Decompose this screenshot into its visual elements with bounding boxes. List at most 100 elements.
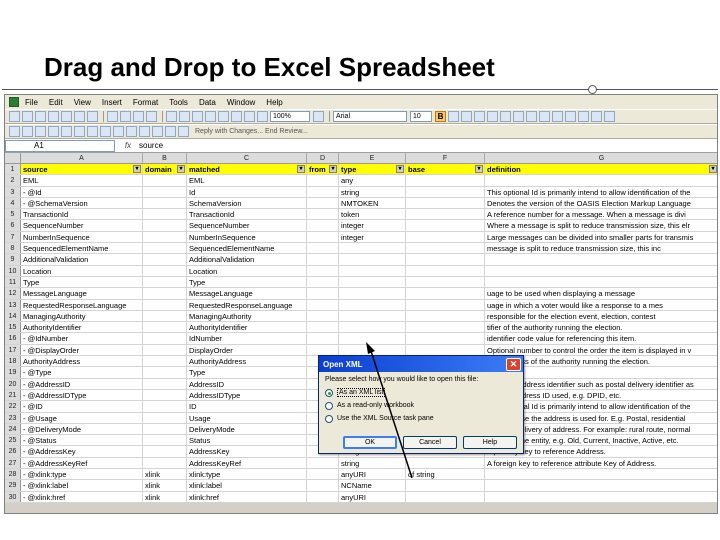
toolbar-button-3-icon[interactable] [35,126,46,137]
row-number[interactable]: 7 [5,231,21,243]
cell-definition[interactable]: uage to be used when displaying a messag… [485,288,717,298]
cell-domain[interactable] [143,175,187,186]
hyperlink-icon[interactable] [192,111,203,122]
cell-matched[interactable]: AddressIDType [187,389,307,401]
cell-matched[interactable]: Usage [187,412,307,423]
copy-icon[interactable] [120,111,131,122]
cell-matched[interactable]: DeliveryMode [187,423,307,435]
filter-dropdown-icon[interactable]: ▾ [709,165,717,173]
cell-source[interactable]: AdditionalValidation [21,254,143,265]
cell-source[interactable]: - @IdNumber [21,333,143,344]
row-number[interactable]: 21 [5,389,21,401]
row-number[interactable]: 24 [5,423,21,435]
cell-type[interactable]: NMTOKEN [339,197,406,209]
cell-base[interactable] [406,175,485,186]
cell-definition[interactable] [485,277,717,287]
toolbar-button-14-icon[interactable] [178,126,189,137]
cell-from[interactable] [307,469,339,480]
cell-definition[interactable]: uage in which a voter would like a respo… [485,300,717,310]
filter-dropdown-icon[interactable]: ▾ [329,165,337,173]
review-actions-text[interactable]: Reply with Changes... End Review... [195,128,308,135]
filter-dropdown-icon[interactable]: ▾ [177,165,185,173]
cell-source[interactable]: - @Status [21,435,143,446]
row-number[interactable]: 30 [5,491,21,502]
cell-matched[interactable]: Type [187,367,307,378]
toolbar-button-8-icon[interactable] [100,126,111,137]
cell-matched[interactable]: AuthorityIdentifier [187,322,307,333]
cell-from[interactable] [307,457,339,469]
cell-matched[interactable]: RequestedResponseLanguage [187,299,307,310]
cell-definition[interactable] [485,469,717,479]
cell-source[interactable]: - @Type [21,367,143,378]
align-center-icon[interactable] [487,111,498,122]
row-number[interactable]: 6 [5,220,21,231]
menu-edit[interactable]: Edit [49,98,63,107]
column-header-a[interactable]: A [21,153,143,163]
cell-domain[interactable] [143,378,187,389]
toolbar-button-12-icon[interactable] [152,126,163,137]
cell-matched[interactable]: xlink:label [187,480,307,491]
cell-from[interactable] [307,299,339,310]
row-number[interactable]: 25 [5,435,21,446]
cell-from[interactable] [307,186,339,197]
cell-matched[interactable]: SequencedElementName [187,243,307,254]
row-number[interactable]: 27 [5,457,21,469]
zoom-select[interactable]: 100% [270,111,310,122]
row-number[interactable]: 26 [5,446,21,457]
filter-dropdown-icon[interactable]: ▾ [475,165,483,173]
cell-matched[interactable]: ManagingAuthority [187,310,307,322]
cell-base[interactable] [406,265,485,276]
cell-definition[interactable]: A foreign key to reference attribute Key… [485,458,717,468]
cell-definition[interactable]: A reference number for a message. When a… [485,209,717,219]
cell-from[interactable] [307,288,339,299]
save-icon[interactable] [35,111,46,122]
cell-matched[interactable]: IdNumber [187,333,307,344]
cell-matched[interactable]: SequenceNumber [187,220,307,231]
cell-definition[interactable] [485,175,717,185]
column-header-f[interactable]: F [406,153,485,163]
row-number[interactable]: 8 [5,243,21,254]
row-number[interactable]: 3 [5,186,21,197]
permission-icon[interactable] [48,111,59,122]
row-number[interactable]: 13 [5,299,21,310]
toolbar-button-2-icon[interactable] [22,126,33,137]
cell-base[interactable] [406,276,485,288]
indent-icon[interactable] [591,111,602,122]
row-number[interactable]: 23 [5,412,21,423]
row-number[interactable]: 19 [5,367,21,378]
row-number[interactable]: 10 [5,265,21,276]
cell-source[interactable]: - @AddressID [21,378,143,389]
cell-from[interactable] [307,265,339,276]
column-header-b[interactable]: B [143,153,187,163]
cell-source[interactable]: - @Id [21,186,143,197]
row-number[interactable]: 22 [5,401,21,412]
cell-source[interactable]: - @DisplayOrder [21,344,143,356]
cell-base[interactable] [406,197,485,209]
cell-base[interactable] [406,288,485,299]
cell-matched[interactable]: DisplayOrder [187,344,307,356]
cell-source[interactable]: - @DeliveryMode [21,423,143,435]
row-number[interactable]: 2 [5,175,21,186]
toolbar-button-1-icon[interactable] [9,126,20,137]
ok-button[interactable]: OK [343,436,397,449]
option-xml-source-pane[interactable]: Use the XML Source task pane [325,412,517,425]
cell-source[interactable]: Type [21,276,143,288]
cell-definition[interactable]: identifier code value for referencing th… [485,333,717,343]
cell-from[interactable] [307,491,339,502]
cell-matched[interactable]: AddressID [187,378,307,389]
cell-base[interactable] [406,254,485,265]
cell-from[interactable] [307,344,339,356]
cell-domain[interactable]: xlink [143,491,187,502]
header-cell-definition[interactable]: definition ▾ [485,164,717,175]
cell-base[interactable] [406,209,485,220]
dialog-titlebar[interactable]: Open XML ✕ [319,356,523,372]
row-number[interactable]: 12 [5,288,21,299]
cell-domain[interactable] [143,344,187,356]
option-label[interactable]: Use the XML Source task pane [337,415,434,422]
cell-from[interactable] [307,243,339,254]
row-number[interactable]: 18 [5,356,21,367]
cell-source[interactable]: - @AddressIDType [21,389,143,401]
toolbar-button-11-icon[interactable] [139,126,150,137]
align-right-icon[interactable] [500,111,511,122]
cell-type[interactable]: anyURI [339,491,406,502]
